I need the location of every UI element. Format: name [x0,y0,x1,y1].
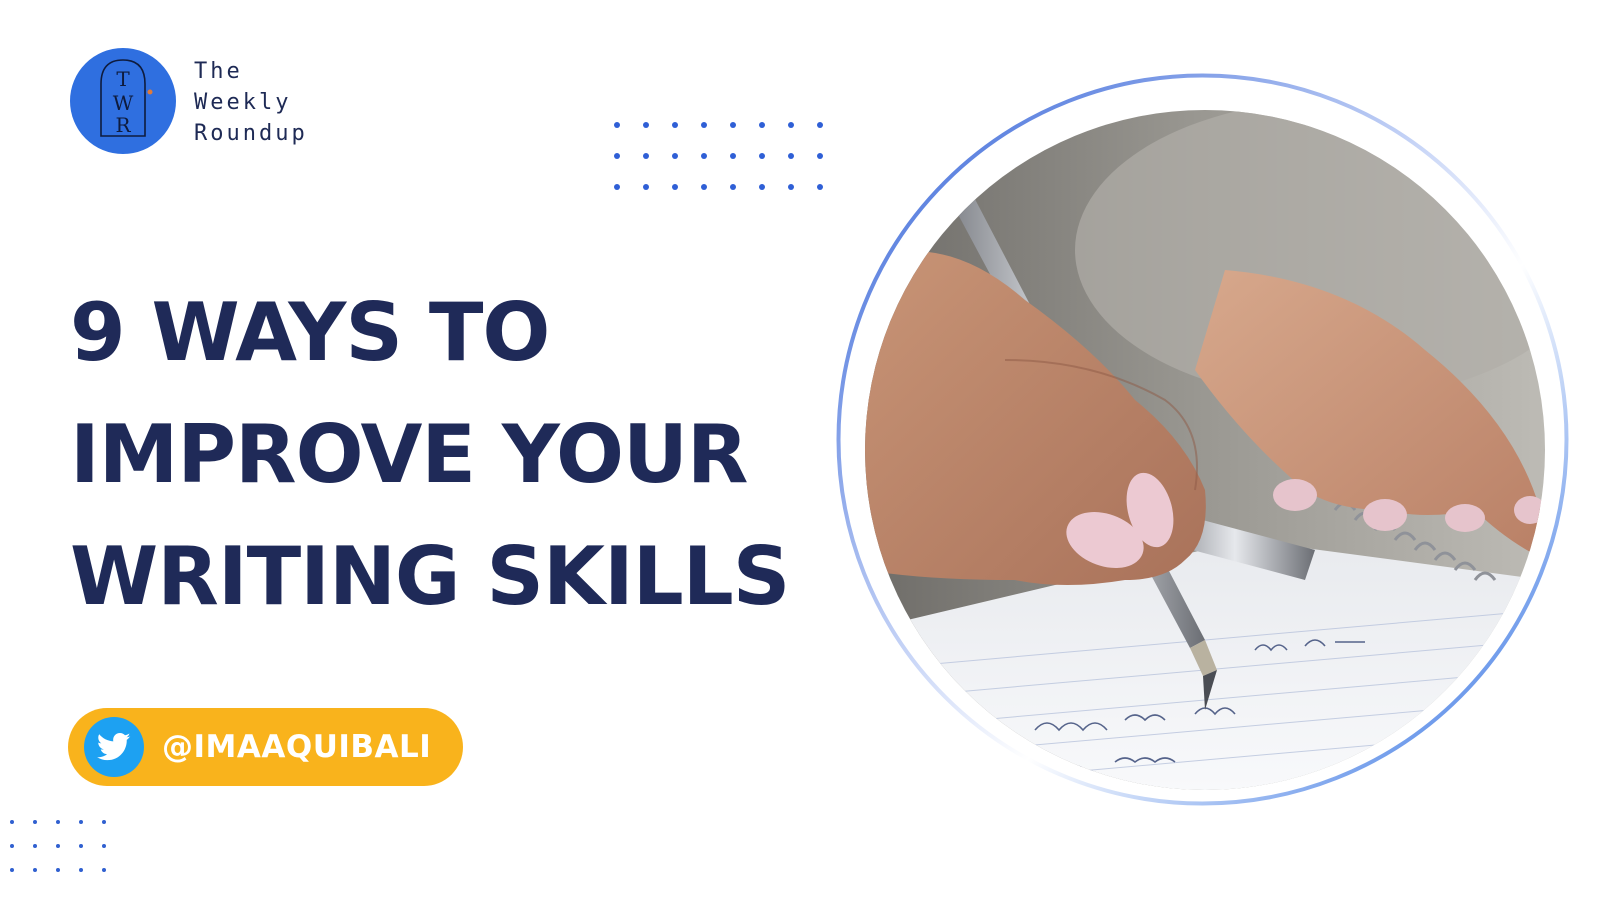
headline-line: 9 WAYS TO [70,286,550,379]
brand-name: The Weekly Roundup [194,56,308,149]
svg-text:R: R [115,113,131,137]
logo-emblem: T W R [70,48,176,154]
brand-name-line: Roundup [194,121,308,146]
headline: 9 WAYS TO IMPROVE YOUR WRITING SKILLS [70,272,790,638]
svg-text:T: T [116,67,130,91]
twitter-bird-icon [84,717,144,777]
brand-logo: T W R The Weekly Roundup [70,48,308,154]
svg-text:W: W [113,91,134,115]
decorative-dot-grid [614,122,823,190]
writing-hand-photo [865,110,1545,790]
headline-line: IMPROVE YOUR [70,408,749,501]
twitter-handle: @IMAAQUIBALI [162,729,432,765]
brand-name-line: Weekly [194,90,292,115]
headline-line: WRITING SKILLS [70,530,790,623]
twitter-handle-badge[interactable]: @IMAAQUIBALI [68,708,463,786]
decorative-dot-grid [10,820,106,872]
brand-name-line: The [194,59,243,84]
